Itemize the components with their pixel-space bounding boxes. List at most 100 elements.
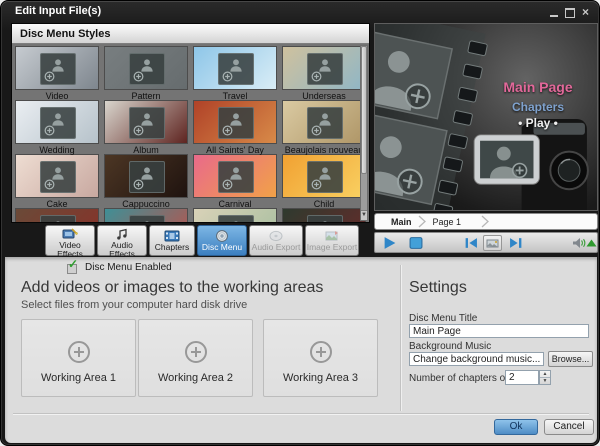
footer-divider [13,413,589,414]
section-subheading: Select files from your computer hard dis… [21,299,247,311]
scroll-down-icon[interactable]: ▼ [361,210,367,220]
maximize-icon[interactable] [565,8,575,18]
disc-menu-enabled-label: Disc Menu Enabled [85,262,172,273]
scrollbar-thumb[interactable] [361,46,367,174]
menu-style-label: Underseas [281,91,367,101]
browse-button[interactable]: Browse... [548,351,593,367]
working-area-label: Working Area 2 [139,372,252,384]
menu-style-label: Cappuccino [103,199,189,209]
volume-popup-icon[interactable] [586,236,597,250]
add-icon [222,125,233,136]
video-effects-button[interactable]: Video Effects [45,225,95,256]
spinner-up-icon[interactable]: ▲ [540,371,550,378]
disc-menu-styles-header: Disc Menu Styles [12,24,369,44]
disc-menu-label: Disc Menu [202,242,242,252]
placeholder-frame [218,107,254,139]
cancel-button[interactable]: Cancel [544,419,594,435]
menu-style-item[interactable] [192,208,278,222]
disc-menu-title-input[interactable] [409,324,589,338]
playback-controls [374,232,598,253]
tab-page-1[interactable]: Page 1 [427,217,468,227]
video-effects-icon [62,228,78,240]
placeholder-frame [129,53,165,85]
menu-style-item[interactable]: Child [281,154,367,209]
camcorder-art [474,119,588,210]
image-export-button[interactable]: Image Export [305,225,359,256]
working-area-label: Working Area 1 [22,372,135,384]
menu-style-item[interactable]: Album [103,100,189,155]
audio-effects-button[interactable]: Audio Effects [97,225,147,256]
chapters-button[interactable]: Chapters [149,225,195,256]
audio-effects-icon [114,228,130,240]
menu-style-item[interactable]: Beaujolais nouveau [281,100,367,155]
menu-style-label: Pattern [103,91,189,101]
add-circle-icon [67,340,91,364]
chevron-right-icon [481,215,490,228]
working-area-3[interactable]: Working Area 3 [263,319,378,397]
menu-style-label: Album [103,145,189,155]
chapters-icon [164,230,180,242]
menu-style-item[interactable]: Underseas [281,46,367,101]
menu-style-item[interactable] [281,208,367,222]
chapters-count-input[interactable]: 2 [505,370,539,385]
stop-icon[interactable] [408,236,424,250]
menu-style-item[interactable]: Cappuccino [103,154,189,209]
preview-play-link[interactable]: • Play • [483,116,593,130]
add-circle-icon [184,340,208,364]
disc-menu-title-label: Disc Menu Title [409,313,477,324]
next-icon[interactable] [508,236,524,250]
minimize-icon[interactable] [550,15,558,17]
play-icon[interactable] [382,236,398,250]
menu-style-item[interactable]: Travel [192,46,278,101]
close-icon[interactable]: × [582,7,589,18]
grid-scrollbar[interactable]: ▼ [360,45,368,221]
menu-style-label: All Saints' Day [192,145,278,155]
speaker-icon[interactable] [572,236,586,250]
placeholder-frame [129,161,165,193]
person-icon [317,219,333,222]
spinner-down-icon[interactable]: ▼ [540,378,550,384]
previous-icon[interactable] [463,236,479,250]
menu-style-item[interactable]: Pattern [103,46,189,101]
menu-style-item[interactable] [14,208,100,222]
add-icon [44,125,55,136]
settings-heading: Settings [409,279,467,297]
add-icon [311,125,322,136]
audio-export-button[interactable]: Audio Export [249,225,303,256]
menu-style-label: Video [14,91,100,101]
add-icon [222,71,233,82]
audio-export-icon [268,230,284,242]
menu-style-item[interactable]: Video [14,46,100,101]
tab-main[interactable]: Main [385,217,418,227]
section-heading: Add videos or images to the working area… [21,279,323,297]
page-tabstrip: Main Page 1 [374,213,598,230]
disc-menu-button[interactable]: Disc Menu [197,225,247,256]
titlebar[interactable]: Edit Input File(s) × [1,1,599,23]
menu-preview[interactable]: Main Page Chapters • Play • [374,23,598,211]
snapshot-button[interactable] [483,235,502,251]
menu-style-item[interactable]: Wedding [14,100,100,155]
settings-panel: Settings Disc Menu Title Background Musi… [409,257,593,417]
placeholder-frame [307,215,343,222]
placeholder-frame [40,53,76,85]
screenshot-root: Edit Input File(s) × Disc Menu Styles Ch… [0,0,600,446]
working-area-2[interactable]: Working Area 2 [138,319,253,397]
add-icon [44,71,55,82]
menu-style-item[interactable]: Carnival [192,154,278,209]
preview-title: Main Page [483,79,593,95]
background-music-input[interactable] [409,352,544,366]
menu-style-item[interactable]: Cake [14,154,100,209]
preview-chapters-link[interactable]: Chapters [483,100,593,114]
ok-button[interactable]: Ok [494,419,538,435]
working-area-1[interactable]: Working Area 1 [21,319,136,397]
image-export-label: Image Export [307,242,358,252]
add-icon [133,179,144,190]
menu-style-item[interactable]: All Saints' Day [192,100,278,155]
working-area-label: Working Area 3 [264,372,377,384]
menu-styles-grid[interactable]: ChildCarnivalCappuccinoCake Beaujolais no… [12,44,369,222]
disc-menu-icon [214,230,230,242]
spinner-buttons: ▲ ▼ [539,370,551,385]
menu-style-item[interactable] [103,208,189,222]
person-icon [228,219,244,222]
checkbox-checked-icon[interactable]: ✓ [65,261,79,273]
